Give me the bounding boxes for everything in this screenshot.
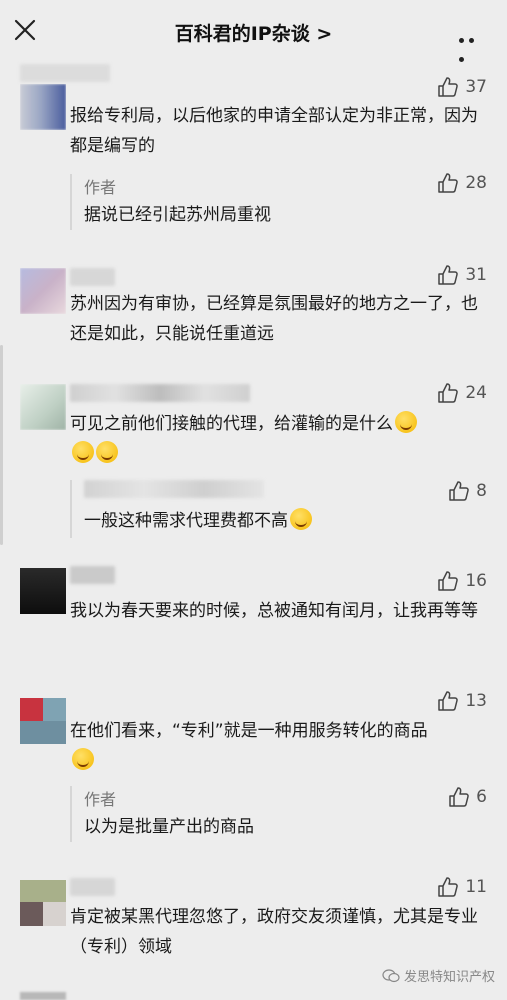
like-count: 28 (465, 173, 487, 193)
grinning-emoji-icon (72, 748, 94, 770)
comment-text-content: 可见之前他们接触的代理，给灌输的是什么 (70, 414, 393, 434)
avatar[interactable] (20, 384, 66, 430)
reply-author-blurred[interactable] (84, 480, 264, 498)
reply-text: 一般这种需求代理费都不高 (84, 508, 312, 534)
like-count: 13 (465, 691, 487, 711)
top-bar: 百科君的IP杂谈 > (0, 0, 507, 62)
comment-text-content: 在他们看来，“专利”就是一种用服务转化的商品 (70, 721, 428, 741)
smirk-emoji-icon (72, 441, 94, 463)
thumbs-up-icon (438, 173, 459, 193)
scrollbar[interactable] (0, 345, 3, 545)
thumbs-up-icon (449, 481, 469, 501)
crying-laughing-emoji-icon (290, 508, 312, 530)
like-button[interactable]: 11 (437, 876, 487, 898)
thumbs-up-icon (438, 691, 459, 711)
like-button[interactable]: 31 (437, 264, 487, 286)
thumbs-up-icon (438, 571, 459, 591)
reply-text: 以为是批量产出的商品 (84, 817, 254, 837)
comment-text: 可见之前他们接触的代理，给灌输的是什么 (70, 409, 485, 469)
thumbs-up-icon (438, 77, 459, 97)
like-count: 24 (465, 383, 487, 403)
watermark: 发思特知识产权 (382, 966, 495, 985)
like-button[interactable]: 6 (448, 786, 487, 808)
reply-block: 作者 以为是批量产出的商品 (70, 786, 492, 842)
commenter-name[interactable] (70, 268, 115, 286)
like-button[interactable]: 13 (437, 690, 487, 712)
like-button[interactable]: 16 (437, 570, 487, 592)
like-button[interactable]: 28 (437, 172, 487, 194)
like-button[interactable]: 24 (437, 382, 487, 404)
commenter-name[interactable] (70, 878, 115, 896)
comment-text: 在他们看来，“专利”就是一种用服务转化的商品 (70, 716, 485, 776)
like-count: 8 (476, 481, 487, 501)
wechat-logo-icon (382, 968, 400, 982)
comment-text: 我以为春天要来的时候，总被通知有闰月，让我再等等 (70, 601, 478, 621)
commenter-name[interactable] (70, 384, 250, 402)
like-count: 37 (465, 77, 487, 97)
thumbs-up-icon (438, 383, 459, 403)
commenter-name[interactable] (20, 64, 110, 82)
page-title[interactable]: 百科君的IP杂谈 > (0, 19, 507, 46)
reply-block: 作者 据说已经引起苏州局重视 (70, 174, 492, 230)
reply-text: 据说已经引起苏州局重视 (84, 205, 271, 225)
like-button[interactable]: 37 (437, 76, 487, 98)
comment-text: 肯定被某黑代理忽悠了，政府交友须谨慎，尤其是专业（专利）领域 (70, 907, 478, 957)
like-button[interactable]: 8 (448, 480, 487, 502)
comment-text: 苏州因为有审协，已经算是氛围最好的地方之一了，也还是如此，只能说任重道远 (70, 294, 478, 344)
thumbs-up-icon (438, 877, 459, 897)
reply-author: 作者 (84, 790, 117, 809)
avatar[interactable] (20, 880, 66, 926)
smirk-emoji-icon (395, 411, 417, 433)
like-count: 11 (465, 877, 487, 897)
avatar[interactable] (20, 268, 66, 314)
next-comment-peek (20, 992, 320, 1000)
avatar[interactable] (20, 568, 66, 614)
commenter-name[interactable] (70, 566, 115, 584)
like-count: 16 (465, 571, 487, 591)
watermark-text: 发思特知识产权 (403, 970, 495, 985)
reply-block: 一般这种需求代理费都不高 (70, 480, 492, 538)
avatar[interactable] (20, 84, 66, 130)
smirk-emoji-icon (96, 441, 118, 463)
avatar[interactable] (20, 698, 66, 744)
more-icon[interactable] (459, 28, 485, 62)
thumbs-up-icon (449, 787, 469, 807)
reply-text-content: 一般这种需求代理费都不高 (84, 511, 288, 531)
thumbs-up-icon (438, 265, 459, 285)
reply-author: 作者 (84, 178, 117, 197)
like-count: 31 (465, 265, 487, 285)
comment-text: 报给专利局，以后他家的申请全部认定为非正常，因为都是编写的 (70, 106, 478, 156)
like-count: 6 (476, 787, 487, 807)
